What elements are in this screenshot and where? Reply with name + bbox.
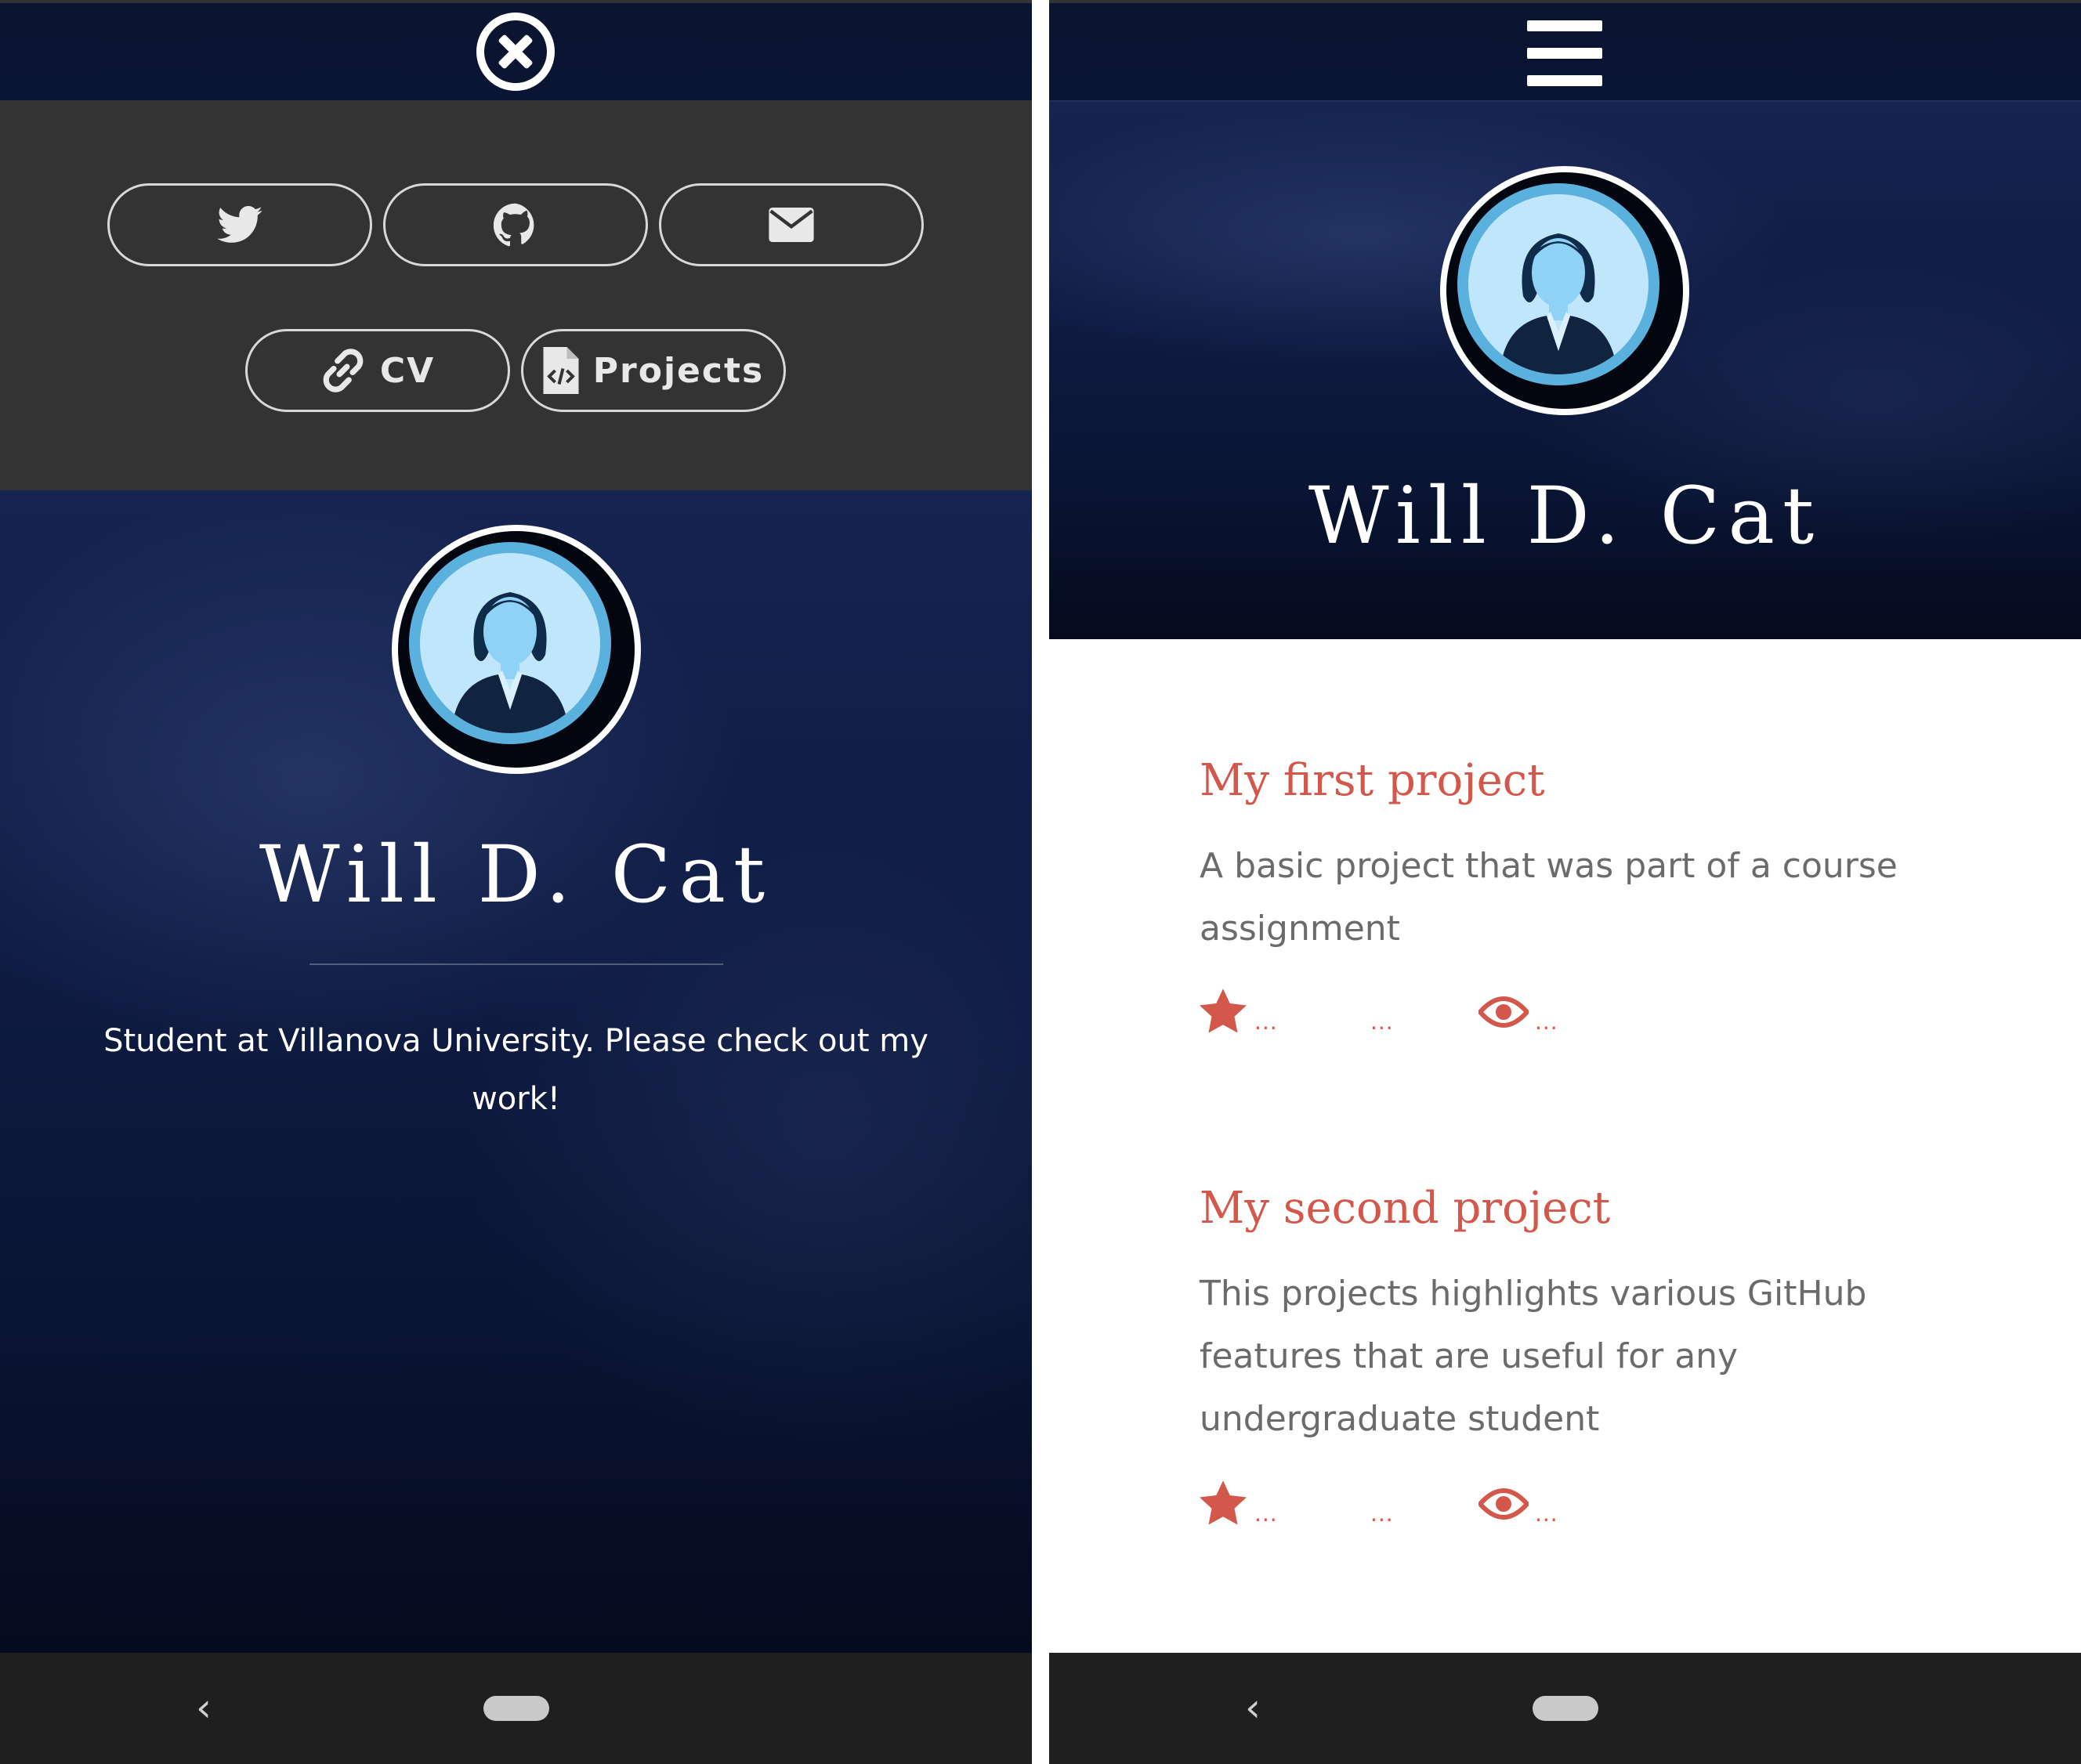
top-bar (1049, 0, 2081, 102)
profile-name: Will D. Cat (1308, 470, 1822, 562)
project-stats: ... ... ... (1200, 1476, 1670, 1531)
close-circle-icon (484, 20, 547, 83)
watchers-count: ... (1535, 1501, 1558, 1527)
project-title[interactable]: My second project (1200, 1183, 1610, 1234)
nav-back-icon[interactable]: ‹ (1245, 1684, 1276, 1731)
stars-count: ... (1254, 1009, 1278, 1035)
hero-background: Will D. Cat (1049, 102, 2081, 639)
github-icon (494, 203, 534, 247)
user-avatar-icon (451, 592, 569, 733)
avatar (392, 525, 641, 774)
twitter-icon (217, 206, 262, 243)
projects-list: My first project A basic project that wa… (1049, 639, 2081, 1653)
phone-screen-projects: Will D. Cat My first project A basic pro… (1049, 0, 2081, 1764)
hamburger-menu-icon[interactable] (1527, 20, 1602, 86)
projects-label: Projects (592, 350, 765, 391)
android-nav-bar: ‹ (0, 1653, 1032, 1764)
nav-back-icon[interactable]: ‹ (196, 1684, 227, 1731)
avatar (1440, 166, 1689, 415)
profile-bio: Student at Villanova University. Please … (103, 1023, 928, 1117)
email-button[interactable] (659, 183, 924, 266)
nav-home-button[interactable] (1533, 1696, 1598, 1721)
twitter-button[interactable] (107, 183, 372, 266)
name-divider (309, 963, 723, 965)
forks-count: ... (1370, 1501, 1394, 1527)
android-nav-bar: ‹ (1049, 1653, 2081, 1764)
social-menu-panel: CV Projects (0, 100, 1032, 490)
projects-button[interactable]: Projects (521, 329, 786, 412)
star-icon (1200, 1480, 1247, 1525)
hero-background: Will D. Cat Student at Villanova Univers… (0, 490, 1032, 1653)
project-description: A basic project that was part of a cours… (1200, 846, 1898, 949)
eye-icon (1478, 1488, 1529, 1520)
link-icon (323, 349, 364, 392)
cv-button[interactable]: CV (245, 329, 510, 412)
project-stats: ... ... ... (1200, 984, 1670, 1039)
watchers-count: ... (1535, 1009, 1558, 1035)
profile-name: Will D. Cat (259, 829, 773, 920)
envelope-icon (769, 208, 814, 242)
user-avatar-icon (1500, 233, 1617, 374)
project-title[interactable]: My first project (1200, 755, 1545, 806)
project-description: This projects highlights various GitHub … (1200, 1274, 1867, 1439)
close-menu-button[interactable] (476, 13, 555, 91)
github-button[interactable] (383, 183, 648, 266)
nav-home-button[interactable] (483, 1696, 549, 1721)
top-bar (0, 0, 1032, 100)
eye-icon (1478, 996, 1529, 1028)
star-icon (1200, 989, 1247, 1033)
code-file-icon (543, 347, 579, 394)
cv-label: CV (379, 350, 436, 391)
phone-screen-menu-open: Will D. Cat Student at Villanova Univers… (0, 0, 1032, 1764)
forks-count: ... (1370, 1009, 1394, 1035)
stars-count: ... (1254, 1501, 1278, 1527)
